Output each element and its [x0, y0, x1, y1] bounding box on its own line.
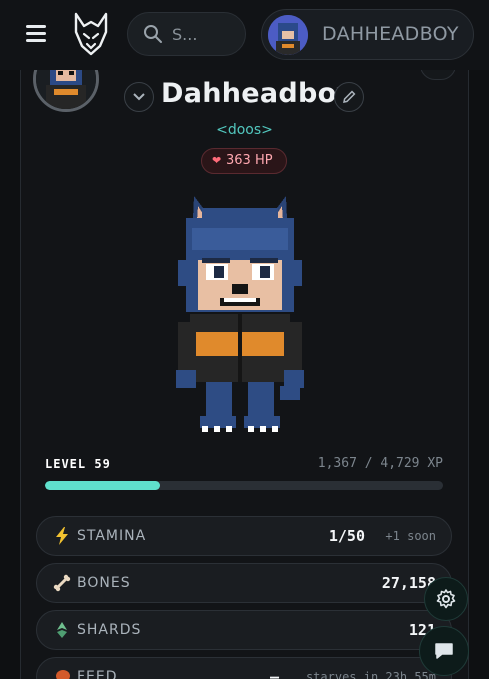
hp-value: 363 HP: [226, 153, 273, 168]
xp-progress-bar: [45, 481, 443, 490]
chat-fab-button[interactable]: [419, 626, 469, 676]
stat-extra: +1 soon: [385, 529, 436, 543]
stat-extra: starves in 23h 55m: [305, 670, 436, 679]
level-label: LEVEL 59: [45, 457, 111, 471]
character-sprite: [176, 196, 304, 432]
stat-row-stamina[interactable]: STAMINA 1/50 +1 soon: [36, 516, 452, 556]
search-box[interactable]: [127, 12, 246, 56]
heart-icon: ❤: [212, 154, 222, 167]
profile-name: Dahheadboy: [161, 78, 355, 109]
settings-fab-button[interactable]: [424, 577, 468, 621]
stat-value: 1/50: [328, 527, 365, 545]
stat-label: FEED: [77, 669, 118, 679]
xp-progress-fill: [45, 481, 161, 490]
meat-icon: [56, 670, 70, 679]
stat-label: BONES: [77, 575, 131, 591]
hp-badge: ❤ 363 HP: [201, 148, 287, 174]
stat-row-shards[interactable]: SHARDS 121: [36, 610, 452, 650]
stat-row-feed[interactable]: FEED — starves in 23h 55m: [36, 657, 452, 679]
search-icon: [144, 25, 162, 43]
search-input[interactable]: [172, 13, 238, 55]
user-avatar: [268, 15, 308, 55]
shard-icon: [57, 622, 67, 638]
pencil-icon: [343, 90, 356, 103]
hamburger-menu-icon[interactable]: [24, 22, 50, 46]
stat-label: SHARDS: [77, 622, 142, 638]
top-bar: DAHHEADBOY: [0, 0, 489, 70]
edit-name-button[interactable]: [334, 82, 364, 112]
wolf-logo-icon[interactable]: [72, 12, 110, 56]
stat-value: —: [269, 668, 279, 679]
gear-icon: [436, 589, 456, 609]
profile-tagline: <doos>: [216, 122, 273, 138]
stat-label: STAMINA: [77, 528, 147, 544]
chevron-down-icon: [133, 93, 145, 101]
stat-row-bones[interactable]: BONES 27,158: [36, 563, 452, 603]
user-name: DAHHEADBOY: [322, 23, 459, 45]
expand-chevron-button[interactable]: [124, 82, 154, 112]
chat-bubble-icon: [435, 643, 453, 659]
bone-icon: [53, 574, 71, 592]
xp-label: 1,367 / 4,729 XP: [317, 456, 443, 471]
lightning-icon: [56, 527, 68, 545]
user-menu-button[interactable]: DAHHEADBOY: [261, 9, 474, 60]
